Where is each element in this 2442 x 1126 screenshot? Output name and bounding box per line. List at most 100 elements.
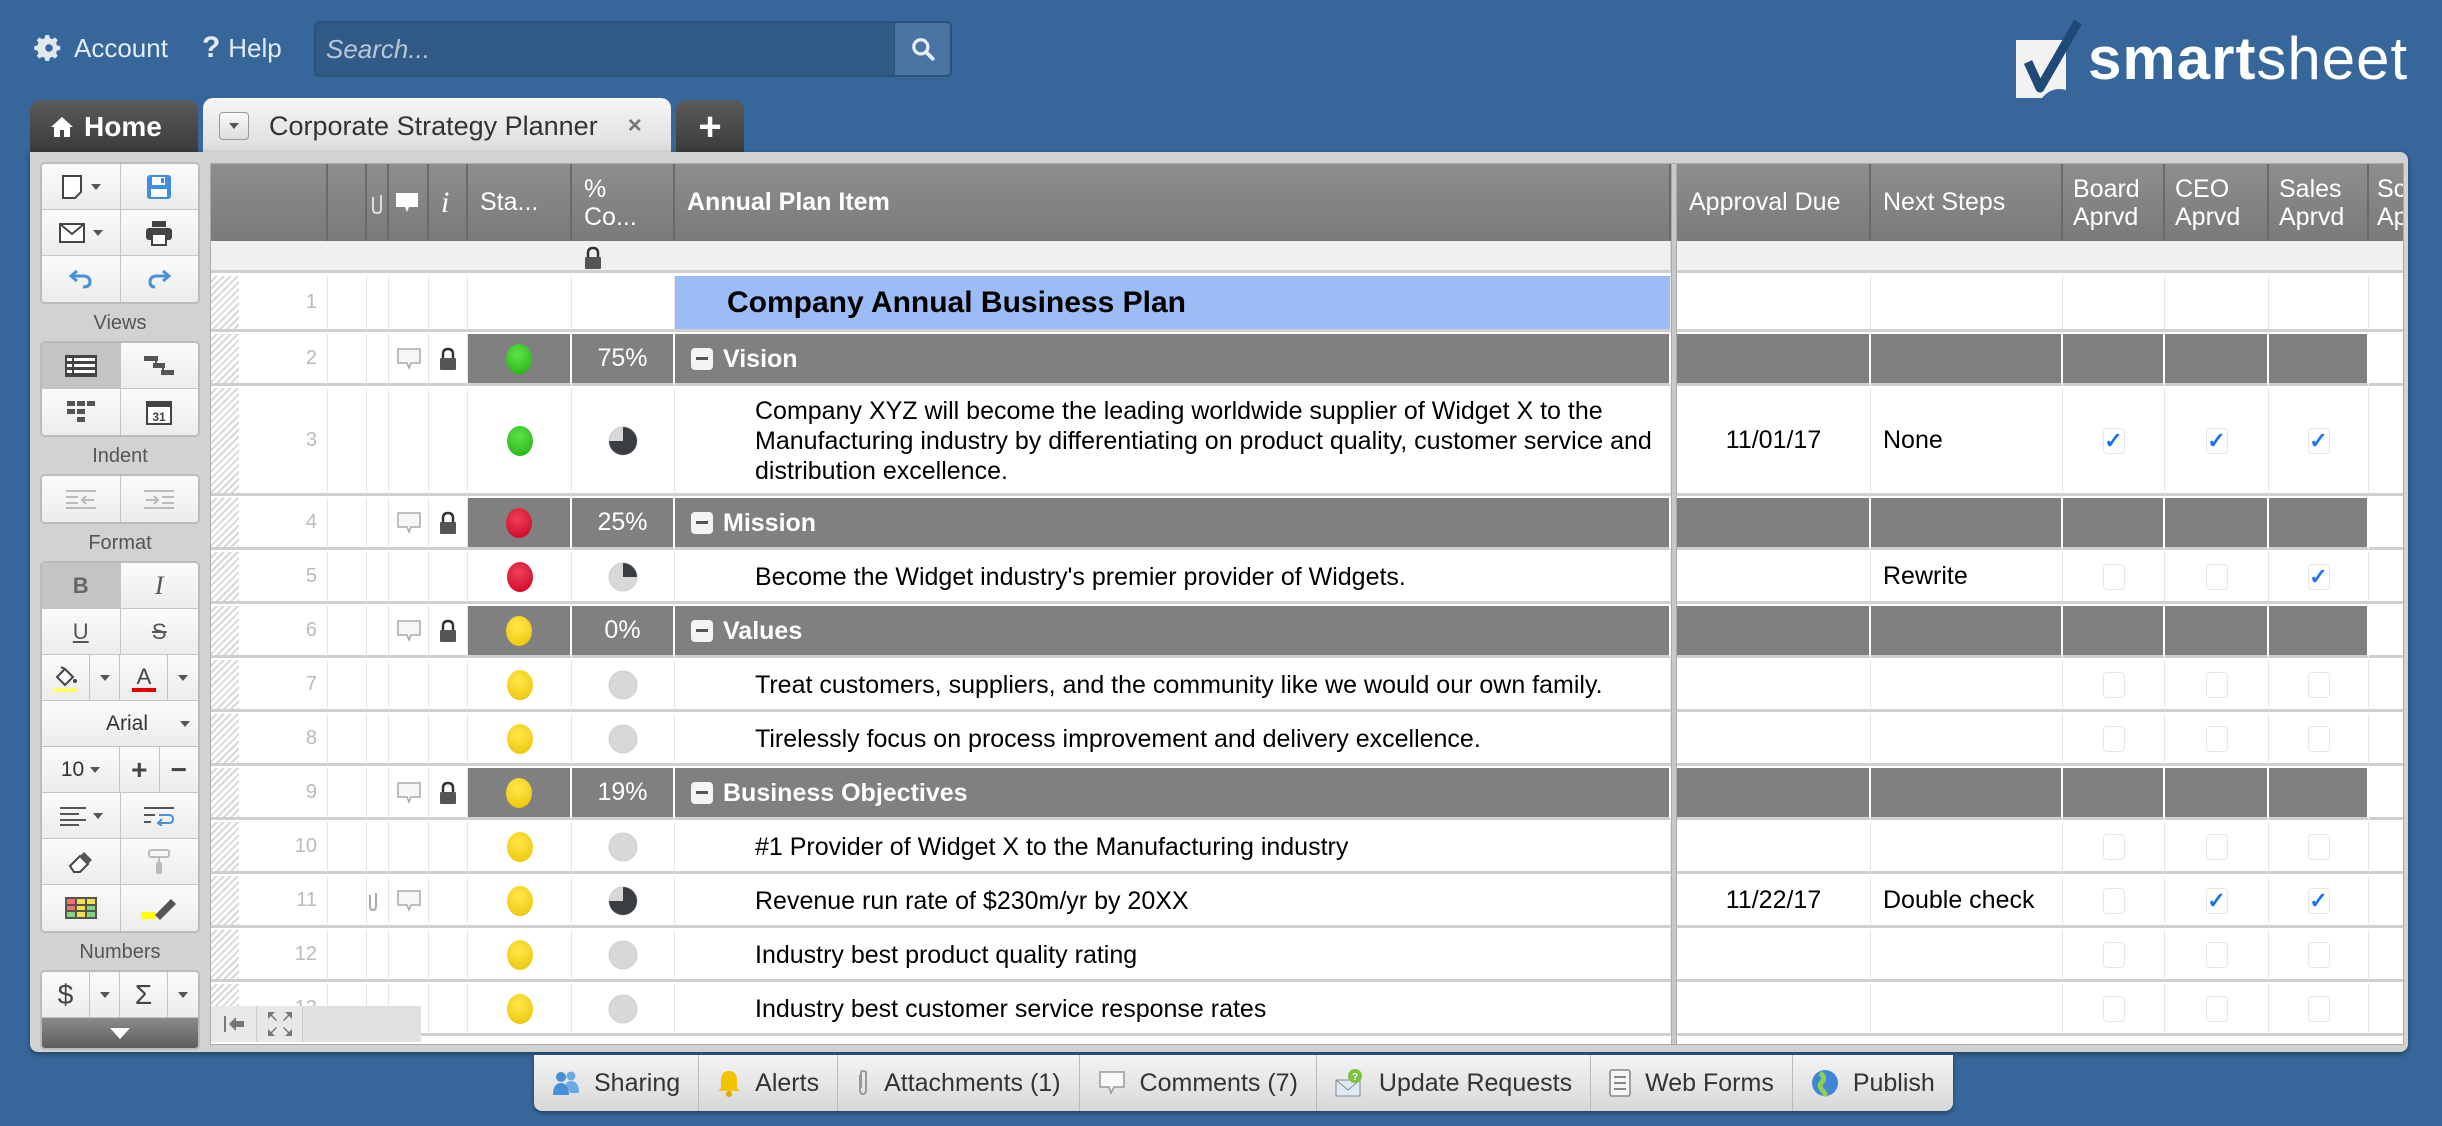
row-percent-complete-cell[interactable] bbox=[572, 876, 675, 928]
row-board-aprvd-cell[interactable] bbox=[2063, 498, 2165, 550]
row-percent-complete-cell[interactable]: 19% bbox=[572, 768, 675, 820]
row-status-cell[interactable] bbox=[468, 334, 572, 386]
board-aprvd-checkbox[interactable] bbox=[2102, 995, 2125, 1022]
new-sheet-button[interactable] bbox=[42, 164, 121, 209]
row-percent-complete-cell[interactable] bbox=[572, 276, 675, 332]
row-approval-due-cell[interactable]: 11/01/17 bbox=[1677, 388, 1871, 496]
row-ceo-aprvd-cell[interactable] bbox=[2165, 768, 2269, 820]
row-next-steps-cell[interactable] bbox=[1871, 334, 2063, 386]
section-header-cell[interactable]: Values bbox=[675, 606, 1671, 658]
row-board-aprvd-cell[interactable]: ✓ bbox=[2063, 388, 2165, 496]
row-number[interactable]: 7 bbox=[211, 660, 328, 712]
row-next-steps-cell[interactable] bbox=[1871, 498, 2063, 550]
row-attachment-cell[interactable] bbox=[367, 660, 389, 712]
header-sales-aprvd[interactable]: Sales Aprvd bbox=[2269, 164, 2369, 241]
row-drag-handle[interactable] bbox=[211, 714, 239, 763]
sum-dropdown[interactable] bbox=[168, 972, 198, 1017]
bottom-update-requests-button[interactable]: ? Update Requests bbox=[1317, 1055, 1592, 1111]
fullscreen-button[interactable] bbox=[257, 1006, 303, 1042]
row-number[interactable]: 2 bbox=[211, 334, 328, 386]
row-comment-cell[interactable] bbox=[389, 930, 429, 982]
board-aprvd-checkbox[interactable]: ✓ bbox=[2102, 427, 2125, 454]
ceo-aprvd-checkbox[interactable] bbox=[2205, 671, 2228, 698]
row-number[interactable]: 10 bbox=[211, 822, 328, 874]
row-drag-handle[interactable] bbox=[211, 930, 239, 979]
ceo-aprvd-checkbox[interactable] bbox=[2205, 995, 2228, 1022]
row-status-cell[interactable] bbox=[468, 984, 572, 1036]
row-sales-aprvd-cell[interactable] bbox=[2269, 498, 2369, 550]
wrap-text-button[interactable] bbox=[120, 793, 198, 838]
row-percent-complete-cell[interactable] bbox=[572, 822, 675, 874]
row-approval-due-cell[interactable] bbox=[1677, 334, 1871, 386]
ceo-aprvd-checkbox[interactable]: ✓ bbox=[2205, 427, 2228, 454]
sheet-title-cell[interactable]: Company Annual Business Plan bbox=[675, 276, 1671, 332]
row-approval-due-cell[interactable] bbox=[1677, 606, 1871, 658]
section-header-cell[interactable]: Business Objectives bbox=[675, 768, 1671, 820]
row-drag-handle[interactable] bbox=[211, 498, 239, 547]
row-next-steps-cell[interactable]: Double check bbox=[1871, 876, 2063, 928]
row-approval-due-cell[interactable] bbox=[1677, 930, 1871, 982]
sales-aprvd-checkbox[interactable] bbox=[2307, 833, 2330, 860]
plan-item-cell[interactable]: Industry best product quality rating bbox=[675, 930, 1671, 982]
row-status-cell[interactable] bbox=[468, 388, 572, 496]
sales-aprvd-checkbox[interactable] bbox=[2307, 671, 2330, 698]
row-board-aprvd-cell[interactable] bbox=[2063, 768, 2165, 820]
row-comment-cell[interactable] bbox=[389, 768, 429, 820]
collapse-icon[interactable] bbox=[691, 511, 713, 534]
row-sales-aprvd-cell[interactable] bbox=[2269, 930, 2369, 982]
board-aprvd-checkbox[interactable] bbox=[2102, 725, 2125, 752]
account-menu[interactable]: Account bbox=[34, 33, 168, 64]
row-next-steps-cell[interactable]: Rewrite bbox=[1871, 552, 2063, 604]
row-info-cell[interactable] bbox=[429, 984, 468, 1036]
sales-aprvd-checkbox[interactable]: ✓ bbox=[2307, 887, 2330, 914]
row-number[interactable]: 1 bbox=[211, 276, 328, 332]
strikethrough-button[interactable]: S bbox=[120, 609, 198, 654]
row-approval-due-cell[interactable] bbox=[1677, 552, 1871, 604]
row-ceo-aprvd-cell[interactable]: ✓ bbox=[2165, 876, 2269, 928]
row-attachment-cell[interactable] bbox=[367, 606, 389, 658]
board-aprvd-checkbox[interactable] bbox=[2102, 671, 2125, 698]
row-board-aprvd-cell[interactable] bbox=[2063, 552, 2165, 604]
search-button[interactable] bbox=[894, 23, 950, 75]
row-ceo-aprvd-cell[interactable] bbox=[2165, 552, 2269, 604]
row-percent-complete-cell[interactable] bbox=[572, 984, 675, 1036]
conditional-format-button[interactable] bbox=[42, 885, 121, 931]
add-tab-button[interactable]: + bbox=[676, 100, 744, 154]
row-board-aprvd-cell[interactable] bbox=[2063, 876, 2165, 928]
row-attachment-cell[interactable] bbox=[367, 552, 389, 604]
row-drag-handle[interactable] bbox=[211, 606, 239, 655]
row-info-cell[interactable] bbox=[429, 660, 468, 712]
card-view-button[interactable] bbox=[42, 389, 121, 435]
row-info-cell[interactable] bbox=[429, 822, 468, 874]
row-comment-cell[interactable] bbox=[389, 334, 429, 386]
ceo-aprvd-checkbox[interactable]: ✓ bbox=[2205, 887, 2228, 914]
row-status-cell[interactable] bbox=[468, 276, 572, 332]
row-percent-complete-cell[interactable]: 75% bbox=[572, 334, 675, 386]
row-sales-aprvd-cell[interactable]: ✓ bbox=[2269, 388, 2369, 496]
column-lock-icon[interactable] bbox=[583, 246, 603, 275]
increase-font-button[interactable]: + bbox=[120, 747, 160, 792]
row-board-aprvd-cell[interactable] bbox=[2063, 334, 2165, 386]
row-comment-cell[interactable] bbox=[389, 876, 429, 928]
row-percent-complete-cell[interactable] bbox=[572, 660, 675, 712]
row-drag-handle[interactable] bbox=[211, 660, 239, 709]
row-next-steps-cell[interactable] bbox=[1871, 276, 2063, 332]
row-drag-handle[interactable] bbox=[211, 334, 239, 383]
header-percent-complete[interactable]: % Co... bbox=[572, 164, 675, 241]
row-info-cell[interactable] bbox=[429, 930, 468, 982]
row-status-cell[interactable] bbox=[468, 768, 572, 820]
row-status-cell[interactable] bbox=[468, 660, 572, 712]
plan-item-cell[interactable]: Become the Widget industry's premier pro… bbox=[675, 552, 1671, 604]
board-aprvd-checkbox[interactable] bbox=[2102, 833, 2125, 860]
board-aprvd-checkbox[interactable] bbox=[2102, 941, 2125, 968]
row-drag-handle[interactable] bbox=[211, 552, 239, 601]
row-number[interactable]: 11 bbox=[211, 876, 328, 928]
indent-button[interactable] bbox=[120, 476, 198, 522]
plan-item-cell[interactable]: Company XYZ will become the leading worl… bbox=[675, 388, 1671, 496]
font-size-select[interactable]: 10 bbox=[42, 747, 120, 792]
row-attachment-cell[interactable] bbox=[367, 498, 389, 550]
currency-dropdown[interactable] bbox=[90, 972, 120, 1017]
row-sales-aprvd-cell[interactable] bbox=[2269, 334, 2369, 386]
header-approval-due[interactable]: Approval Due bbox=[1677, 164, 1871, 241]
row-info-cell[interactable] bbox=[429, 714, 468, 766]
